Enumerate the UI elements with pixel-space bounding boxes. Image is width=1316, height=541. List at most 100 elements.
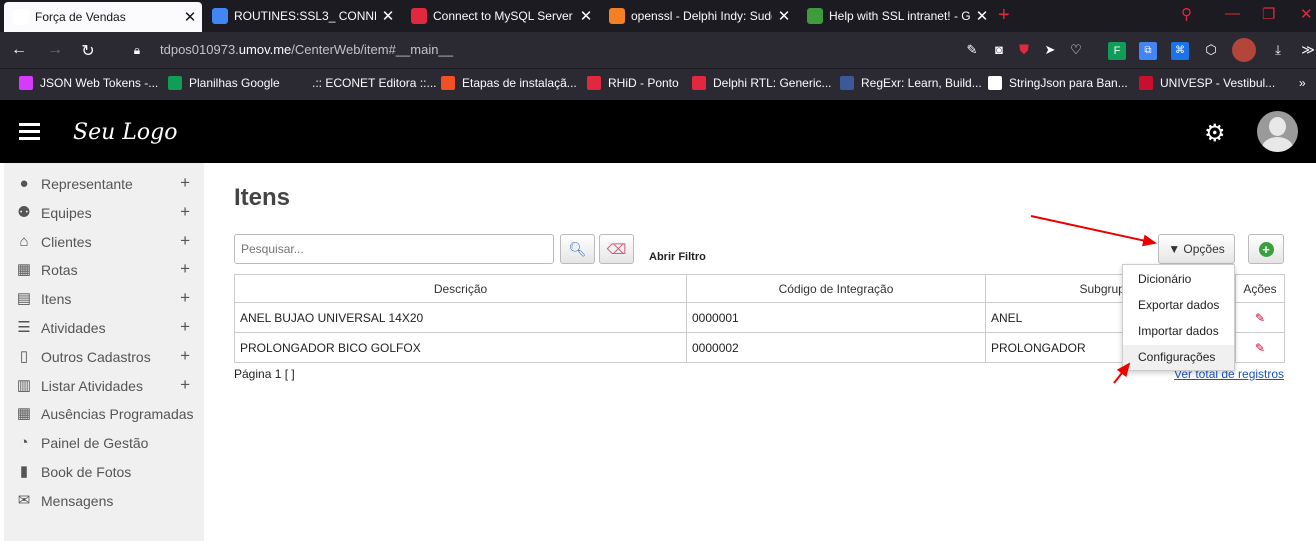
- bookmark-label: UNIVESP - Vestibul...: [1160, 76, 1276, 90]
- sidebar-item-atividades[interactable]: ☰ Atividades +: [14, 317, 194, 339]
- close-tab-icon[interactable]: ✕: [178, 8, 202, 26]
- sidebar-item-label: Book de Fotos: [41, 464, 132, 480]
- cube-icon[interactable]: ⬡: [1202, 42, 1220, 60]
- menu-item-exportar[interactable]: Exportar dados: [1123, 293, 1234, 318]
- expand-plus-icon[interactable]: +: [180, 202, 190, 222]
- back-icon[interactable]: ←: [9, 41, 29, 59]
- shield-icon[interactable]: ⛊: [1015, 42, 1033, 60]
- group-icon: ⚉: [17, 203, 31, 221]
- close-tab-icon[interactable]: ✕: [376, 7, 400, 25]
- home-icon: ⌂: [19, 232, 29, 250]
- extension-g-icon[interactable]: ⌘: [1171, 42, 1189, 60]
- clear-button[interactable]: ⌫: [599, 234, 634, 264]
- eraser-icon: ⌫: [606, 240, 627, 257]
- profile-avatar-icon[interactable]: [1232, 38, 1256, 62]
- expand-plus-icon[interactable]: +: [180, 288, 190, 308]
- sidebar-item-equipes[interactable]: ⚉ Equipes +: [14, 202, 194, 224]
- sidebar-item-label: Equipes: [41, 204, 92, 221]
- column-header-codigo[interactable]: Código de Integração: [686, 274, 986, 303]
- sidebar-item-itens[interactable]: ▤ Itens +: [14, 288, 194, 310]
- options-button[interactable]: ▼ Opções: [1158, 234, 1235, 264]
- sidebar-item-aus-ncias-programadas[interactable]: ▦ Ausências Programadas: [14, 403, 194, 425]
- browser-tab[interactable]: Força de Vendas ✕: [4, 2, 202, 32]
- expand-plus-icon[interactable]: +: [180, 173, 190, 193]
- new-tab-button[interactable]: +: [998, 4, 1010, 27]
- sidebar-item-mensagens[interactable]: ✉ Mensagens: [14, 490, 194, 512]
- calendar-icon: ▦: [16, 405, 32, 423]
- reload-icon[interactable]: ↻: [78, 41, 98, 61]
- user-avatar[interactable]: [1257, 111, 1298, 152]
- extension-translate-icon[interactable]: ⧉: [1139, 42, 1157, 60]
- gear-icon[interactable]: ⚙: [1204, 119, 1226, 148]
- add-item-button[interactable]: +: [1248, 234, 1284, 264]
- annotation-arrow-options: [1030, 215, 1157, 247]
- edit-icon[interactable]: ✎: [963, 42, 981, 60]
- bookmarks-overflow-icon[interactable]: »: [1299, 75, 1306, 91]
- menu-item-importar[interactable]: Importar dados: [1123, 319, 1234, 344]
- column-header-acoes: Ações: [1235, 274, 1285, 303]
- edit-pencil-icon[interactable]: ✎: [1235, 332, 1285, 363]
- minimize-button[interactable]: —: [1225, 5, 1240, 22]
- bookmark-label: .:: ECONET Editora ::...: [312, 76, 437, 90]
- sidebar-item-book-de-fotos[interactable]: ▮ Book de Fotos: [14, 461, 194, 483]
- sidebar-item-rotas[interactable]: ▦ Rotas +: [14, 259, 194, 281]
- send-icon[interactable]: ➤: [1041, 42, 1059, 60]
- bookmark-item[interactable]: StringJson para Ban...: [988, 75, 1128, 91]
- menu-item-dicionario[interactable]: Dicionário: [1123, 267, 1234, 292]
- menu-item-configuracoes[interactable]: Configurações: [1123, 345, 1234, 370]
- expand-plus-icon[interactable]: +: [180, 231, 190, 251]
- address-bar[interactable]: tdpos010973.umov.me/CenterWeb/item#__mai…: [160, 42, 453, 57]
- forward-icon[interactable]: →: [45, 41, 65, 59]
- browser-tab[interactable]: openssl - Delphi Indy: Sudd ✕: [600, 0, 796, 32]
- search-button[interactable]: 🔍︎: [560, 234, 595, 264]
- dashboard-icon: ◔: [19, 434, 29, 452]
- person-icon: ●: [19, 175, 29, 192]
- tab-favicon-icon: [807, 8, 823, 24]
- bookmark-item[interactable]: RHiD - Ponto: [587, 75, 679, 91]
- bookmark-item[interactable]: Delphi RTL: Generic...: [692, 75, 832, 91]
- sidebar-item-listar-atividades[interactable]: ▥ Listar Atividades +: [14, 375, 194, 397]
- camera-icon[interactable]: ◙: [990, 42, 1008, 60]
- browser-tab[interactable]: Help with SSL intranet! - Gr ✕: [798, 0, 994, 32]
- expand-plus-icon[interactable]: +: [180, 375, 190, 395]
- close-tab-icon[interactable]: ✕: [970, 7, 994, 25]
- sidebar-item-label: Listar Atividades: [41, 377, 143, 394]
- expand-plus-icon[interactable]: +: [180, 259, 190, 279]
- extension-f-icon[interactable]: F: [1108, 42, 1126, 60]
- overflow-menu-icon[interactable]: ≫: [1299, 42, 1316, 60]
- expand-plus-icon[interactable]: +: [180, 346, 190, 366]
- sidebar-item-painel-de-gest-o[interactable]: ◔ Painel de Gestão: [14, 432, 194, 454]
- bookmark-item[interactable]: JSON Web Tokens -...: [19, 75, 158, 91]
- bookmark-item[interactable]: .:: ECONET Editora ::...: [291, 75, 436, 91]
- bookmark-favicon-icon: [441, 76, 455, 90]
- bookmark-item[interactable]: Planilhas Google: [168, 75, 280, 91]
- sidebar-item-representante[interactable]: ● Representante +: [14, 173, 194, 195]
- expand-plus-icon[interactable]: +: [180, 317, 190, 337]
- bookmark-favicon-icon: [19, 76, 33, 90]
- sidebar-item-clientes[interactable]: ⌂ Clientes +: [14, 231, 194, 253]
- bookmark-label: RegExr: Learn, Build...: [861, 76, 982, 90]
- tab-favicon-icon: [212, 8, 228, 24]
- hamburger-menu-icon[interactable]: [19, 123, 40, 140]
- column-header-descricao[interactable]: Descrição: [234, 274, 687, 303]
- search-input[interactable]: [234, 234, 554, 264]
- sidebar-item-outros-cadastros[interactable]: ▯ Outros Cadastros +: [14, 346, 194, 368]
- close-window-button[interactable]: ✕: [1300, 5, 1313, 23]
- bookmark-item[interactable]: RegExr: Learn, Build...: [840, 75, 982, 91]
- document-icon: ▯: [19, 347, 29, 365]
- heart-icon[interactable]: ♡: [1067, 42, 1085, 60]
- bookmark-item[interactable]: UNIVESP - Vestibul...: [1139, 75, 1275, 91]
- open-filter-link[interactable]: Abrir Filtro: [649, 251, 706, 263]
- tab-title: ROUTINES:SSL3_ CONNECT: [234, 9, 376, 23]
- close-tab-icon[interactable]: ✕: [574, 7, 598, 25]
- download-icon[interactable]: ⤓: [1269, 42, 1287, 60]
- edit-pencil-icon[interactable]: ✎: [1235, 302, 1285, 333]
- maximize-button[interactable]: ❐: [1262, 5, 1275, 23]
- bookmark-item[interactable]: Etapas de instalaçã...: [441, 75, 577, 91]
- close-tab-icon[interactable]: ✕: [772, 7, 796, 25]
- browser-tab[interactable]: Connect to MySQL Server (✕: [402, 0, 598, 32]
- search-icon[interactable]: ⚲: [1181, 5, 1192, 23]
- tab-title: Força de Vendas: [35, 10, 126, 24]
- browser-tab[interactable]: ROUTINES:SSL3_ CONNECT✕: [203, 0, 400, 32]
- lock-icon[interactable]: 🔒︎: [127, 43, 147, 58]
